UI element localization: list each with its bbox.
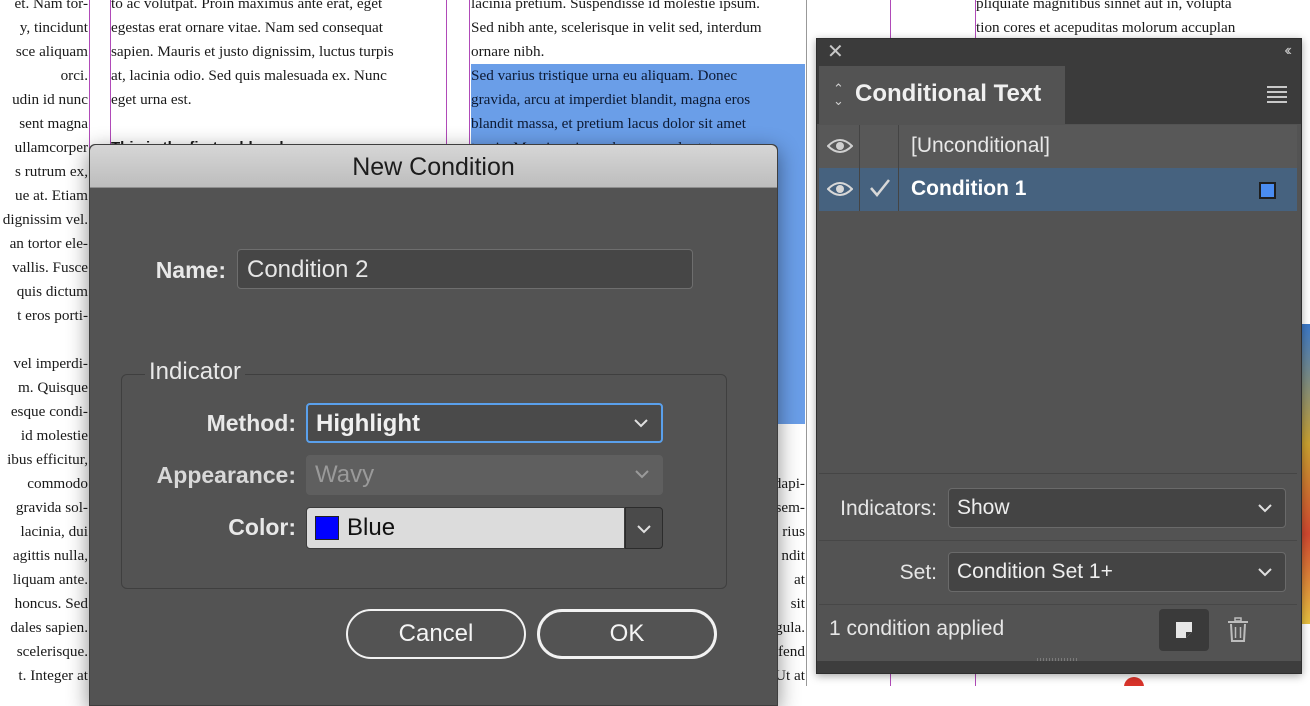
set-value: Condition Set 1+: [957, 560, 1113, 583]
text-line: esque condi-: [10, 403, 88, 420]
tab-conditional-text[interactable]: ⌃ ⌄ Conditional Text: [819, 66, 1065, 124]
text-line: s rutrum ex,: [15, 163, 88, 180]
method-select[interactable]: Highlight: [306, 403, 663, 443]
text-line: m. Quisque: [17, 379, 88, 396]
appearance-select[interactable]: Wavy: [306, 455, 663, 495]
condition-list-empty-area[interactable]: [819, 211, 1297, 474]
dialog-title: New Condition: [90, 145, 777, 188]
method-value: Highlight: [316, 410, 420, 437]
text-line: gravida sol-: [15, 499, 88, 516]
text-line: udin id nunc: [12, 91, 88, 108]
condition-name: Condition 1: [911, 177, 1027, 200]
panel-tabs: ⌃ ⌄ Conditional Text: [817, 66, 1301, 124]
text-line: pliquiate magnitibus sinnet aut in, volu…: [976, 0, 1232, 12]
text-line: dignissim vel.: [2, 211, 88, 228]
text-line: gravida, arcu at imperdiet blandit, magn…: [471, 88, 805, 112]
panel-titlebar: ✕ ‹‹: [817, 39, 1301, 66]
condition-row-condition-1[interactable]: Condition 1: [819, 168, 1297, 211]
new-condition-dialog: New Condition Name: Condition 2 Indicato…: [89, 144, 778, 706]
text-line: blandit massa, et pretium lacus dolor si…: [471, 112, 805, 136]
collapse-icon[interactable]: ‹‹: [1284, 42, 1291, 60]
panel-title: Conditional Text: [855, 80, 1042, 107]
color-swatch: [315, 516, 339, 540]
text-line: to ac volutpat. Proin maximus ante erat,…: [111, 0, 383, 12]
sort-arrows-icon: ⌃ ⌄: [833, 81, 844, 108]
color-value: Blue: [347, 514, 396, 541]
eye-icon[interactable]: [826, 180, 854, 203]
text-line: liquam ante.: [12, 571, 88, 588]
new-condition-button[interactable]: [1159, 609, 1209, 651]
text-column-2: to ac volutpat. Proin maximus ante erat,…: [111, 0, 445, 160]
text-line: orci.: [60, 67, 88, 84]
text-line: egestas erat ornare vitae. Nam sed conse…: [111, 19, 383, 36]
check-icon[interactable]: [869, 178, 891, 203]
text-line: ibus efficitur,: [7, 451, 88, 468]
text-line: Sed varius tristique urna eu aliquam. Do…: [471, 64, 805, 88]
color-dropdown-button[interactable]: [625, 507, 663, 549]
text-line: commodo: [27, 475, 88, 492]
text-line: quis dictum: [16, 283, 88, 300]
text-line: scelerisque.: [16, 643, 88, 660]
panel-menu-icon[interactable]: [1267, 86, 1287, 106]
name-label: Name:: [155, 257, 226, 283]
text-line: sce aliquam: [15, 43, 88, 60]
text-column-4: pliquiate magnitibus sinnet aut in, volu…: [976, 0, 1310, 40]
overset-indicator[interactable]: [1124, 677, 1144, 686]
condition-name-input[interactable]: Condition 2: [237, 249, 693, 289]
text-line: agittis nulla,: [12, 547, 88, 564]
new-page-icon: [1176, 622, 1192, 638]
cancel-button[interactable]: Cancel: [346, 609, 526, 659]
text-line: [0, 328, 88, 352]
chevron-down-icon: [1257, 489, 1275, 527]
text-line: t eros porti-: [17, 307, 88, 324]
status-text: 1 condition applied: [829, 617, 1005, 640]
text-line: an tortor ele-: [9, 235, 88, 252]
method-label: Method:: [206, 410, 296, 436]
text-line: at, lacinia odio. Sed quis malesuada ex.…: [111, 67, 387, 84]
text-line: honcus. Sed: [14, 595, 88, 612]
text-line: eget urna est.: [111, 91, 192, 108]
eye-icon[interactable]: [826, 137, 854, 160]
text-line: vallis. Fusce: [12, 259, 88, 276]
text-line: t. Integer at: [18, 667, 88, 684]
text-line: vel imperdi-: [13, 355, 88, 372]
text-line: lacinia, dui: [20, 523, 88, 540]
condition-set-select[interactable]: Condition Set 1+: [948, 552, 1286, 592]
ok-button[interactable]: OK: [537, 609, 717, 659]
text-line: Sed nibh ante, scelerisque in velit sed,…: [471, 19, 762, 36]
set-label: Set:: [899, 561, 937, 584]
text-line: lacinia pretium. Suspendisse id molestie…: [471, 0, 760, 12]
text-line: sapien. Mauris et justo dignissim, luctu…: [111, 43, 394, 60]
condition-row-unconditional[interactable]: [Unconditional]: [819, 125, 1297, 169]
color-label: Color:: [228, 514, 296, 540]
appearance-label: Appearance:: [156, 462, 296, 488]
chevron-down-icon: [633, 405, 651, 443]
condition-indicator-swatch: [1259, 182, 1276, 199]
text-column-1: et. Nam tor-y, tincidunt sce aliquam orci.…: [0, 0, 88, 686]
indicators-value: Show: [957, 496, 1010, 519]
appearance-value: Wavy: [315, 461, 375, 488]
close-icon[interactable]: ✕: [827, 42, 844, 62]
text-line: ue at. Etiam: [15, 187, 88, 204]
indicators-select[interactable]: Show: [948, 488, 1286, 528]
text-line: et. Nam tor-: [14, 0, 89, 12]
color-select[interactable]: Blue: [306, 507, 625, 549]
text-line: ullamcorper: [14, 139, 88, 156]
text-line: dales sapien.: [10, 619, 88, 636]
indicators-label: Indicators:: [840, 497, 937, 520]
column-guide: [806, 0, 807, 686]
chevron-down-icon: [1257, 553, 1275, 591]
chevron-down-icon: [634, 456, 652, 494]
text-line: tion cores et acepuditas molorum accupla…: [976, 19, 1236, 36]
condition-name: [Unconditional]: [911, 134, 1050, 157]
conditional-text-panel: ✕ ‹‹ ⌃ ⌄ Conditional Text [Unconditional]…: [816, 38, 1302, 674]
indicator-group-label: Indicator: [145, 358, 246, 386]
text-line: id molestie: [20, 427, 88, 444]
trash-icon[interactable]: [1227, 617, 1249, 648]
text-line: sent magna: [19, 115, 88, 132]
text-line: y, tincidunt: [19, 19, 88, 36]
text-line: ornare nibh.: [471, 43, 545, 60]
